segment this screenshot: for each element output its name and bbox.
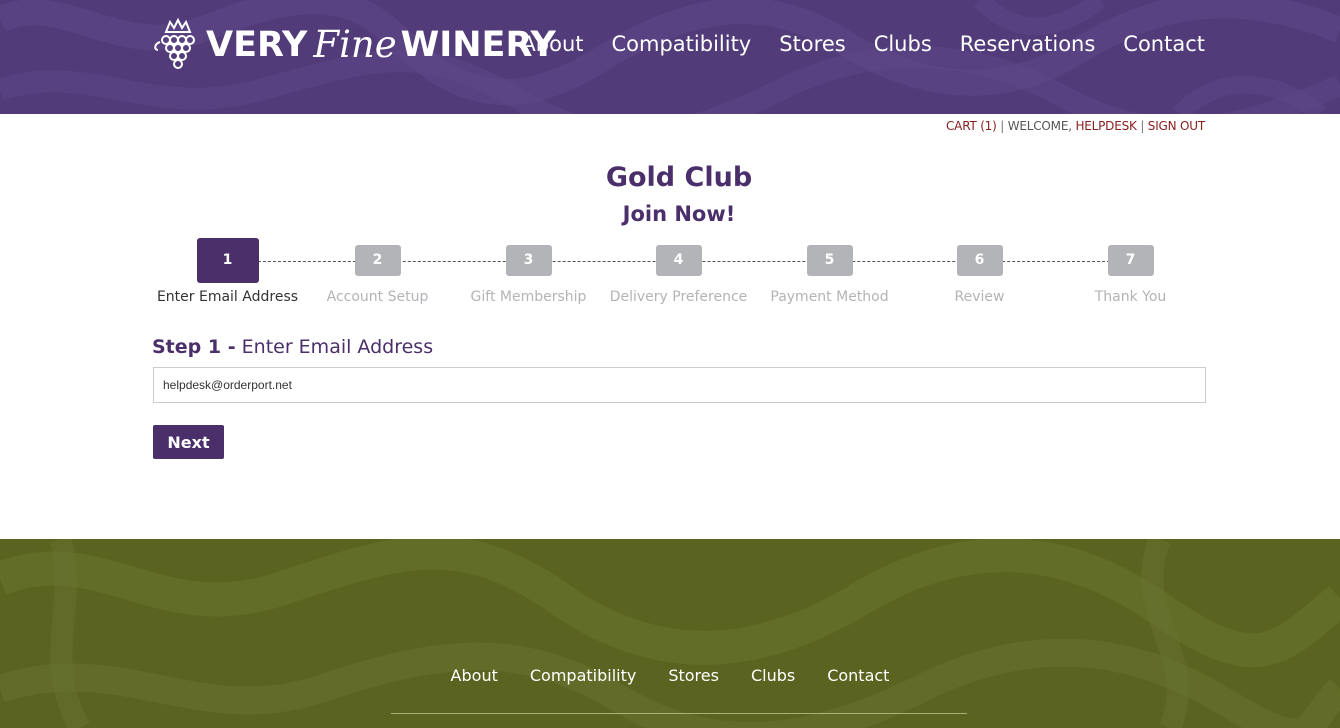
- nav-link-about[interactable]: About: [521, 30, 583, 58]
- step-heading-number: Step 1 -: [152, 336, 236, 358]
- step-2: 2 Account Setup: [302, 238, 453, 305]
- footer-pattern: [0, 539, 1340, 728]
- nav-link-compatibility[interactable]: Compatibility: [612, 30, 752, 58]
- site-header: VERY Fine WINERY About Compatibility Sto…: [0, 0, 1340, 114]
- footer-link-contact[interactable]: Contact: [827, 666, 889, 685]
- step-5: 5 Payment Method: [754, 238, 905, 305]
- step-label: Payment Method: [770, 289, 889, 305]
- step-label: Delivery Preference: [609, 289, 748, 305]
- step-3: 3 Gift Membership: [453, 238, 604, 305]
- step-label: Enter Email Address: [156, 289, 299, 305]
- welcome-text: WELCOME,: [1007, 119, 1072, 133]
- step-7: 7 Thank You: [1055, 238, 1206, 305]
- user-link[interactable]: HELPDESK: [1075, 119, 1136, 133]
- site-footer: About Compatibility Stores Clubs Contact: [0, 539, 1340, 728]
- account-bar: CART (1) | WELCOME, HELPDESK | SIGN OUT: [946, 119, 1205, 133]
- footer-link-about[interactable]: About: [451, 666, 498, 685]
- logo-text-fine: Fine: [313, 23, 397, 66]
- nav-link-contact[interactable]: Contact: [1123, 30, 1205, 58]
- step-number-box: 4: [655, 245, 702, 276]
- sign-out-link[interactable]: SIGN OUT: [1148, 119, 1205, 133]
- step-6: 6 Review: [904, 238, 1055, 305]
- step-progress: 1 Enter Email Address 2 Account Setup 3 …: [152, 238, 1206, 318]
- step-label: Gift Membership: [470, 289, 587, 305]
- email-field[interactable]: [153, 367, 1206, 403]
- next-button[interactable]: Next: [153, 425, 224, 459]
- footer-nav: About Compatibility Stores Clubs Contact: [0, 666, 1340, 685]
- logo[interactable]: VERY Fine WINERY: [152, 18, 556, 72]
- step-label: Account Setup: [326, 289, 429, 305]
- step-4: 4 Delivery Preference: [603, 238, 754, 305]
- logo-text-very: VERY: [206, 25, 308, 65]
- step-label: Thank You: [1094, 289, 1167, 305]
- step-number-box: 2: [354, 245, 401, 276]
- nav-link-reservations[interactable]: Reservations: [960, 30, 1096, 58]
- step-heading-text: Enter Email Address: [241, 336, 434, 358]
- main-nav: About Compatibility Stores Clubs Reserva…: [521, 30, 1205, 58]
- footer-link-clubs[interactable]: Clubs: [751, 666, 795, 685]
- step-1: 1 Enter Email Address: [152, 238, 303, 305]
- page-subtitle: Join Now!: [622, 202, 736, 226]
- page-title: Gold Club: [605, 162, 753, 193]
- step-number-box: 6: [956, 245, 1003, 276]
- step-number-box: 1: [196, 238, 259, 283]
- separator: |: [1140, 119, 1145, 133]
- cart-link[interactable]: CART (1): [946, 119, 997, 133]
- step-label: Review: [954, 289, 1005, 305]
- nav-link-clubs[interactable]: Clubs: [874, 30, 932, 58]
- nav-link-stores[interactable]: Stores: [779, 30, 845, 58]
- footer-divider: [391, 713, 967, 714]
- footer-link-stores[interactable]: Stores: [668, 666, 719, 685]
- separator: |: [1000, 119, 1005, 133]
- step-number-box: 5: [806, 245, 853, 276]
- step-number-box: 7: [1107, 245, 1154, 276]
- footer-link-compatibility[interactable]: Compatibility: [530, 666, 636, 685]
- grape-icon: [154, 18, 195, 69]
- step-number-box: 3: [505, 245, 552, 276]
- step-heading: Step 1 - Enter Email Address: [152, 336, 433, 358]
